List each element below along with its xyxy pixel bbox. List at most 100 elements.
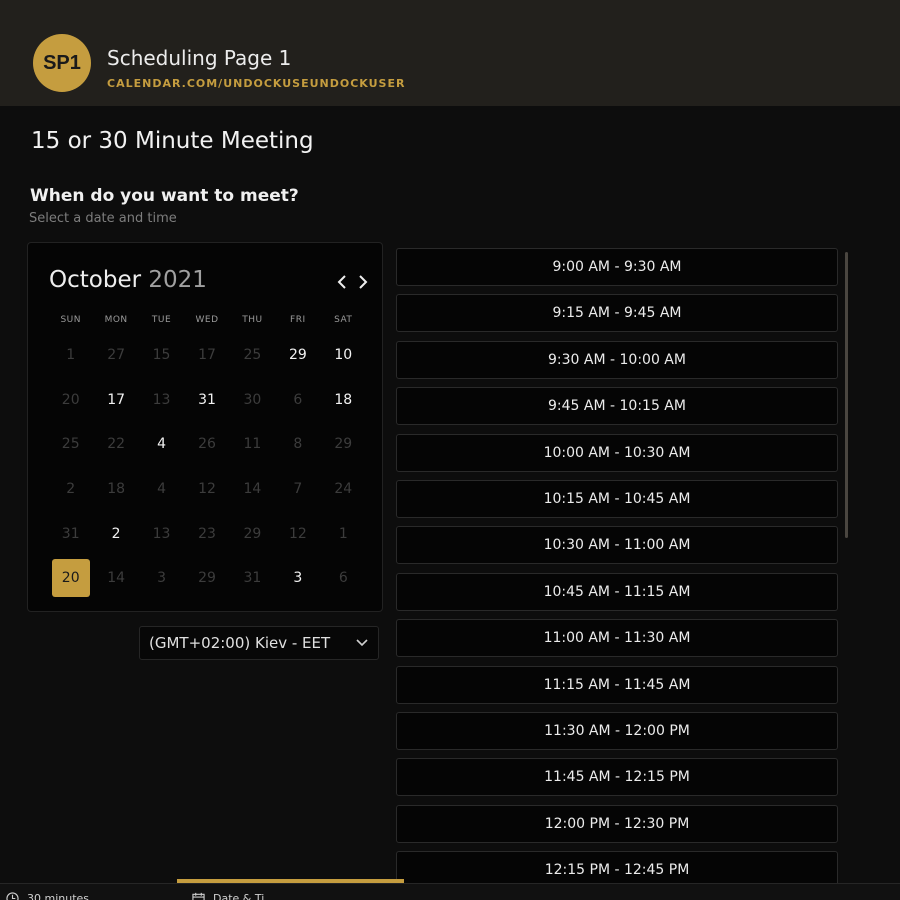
calendar-day[interactable]: 31 <box>184 378 229 423</box>
calendar-day: 22 <box>93 422 138 467</box>
time-slot-button[interactable]: 12:00 PM - 12:30 PM <box>396 804 838 843</box>
calendar-day: 6 <box>275 378 320 423</box>
calendar-day-label: 23 <box>198 525 216 542</box>
time-slot-scrollbar[interactable] <box>845 252 848 538</box>
calendar-day-label: 17 <box>107 391 126 408</box>
chevron-right-icon <box>359 275 368 289</box>
calendar-weekday-header: SUN MON TUE WED THU FRI SAT <box>48 315 366 325</box>
calendar-day: 31 <box>230 556 275 601</box>
time-slot-button[interactable]: 11:00 AM - 11:30 AM <box>396 619 838 658</box>
calendar-day: 14 <box>230 467 275 512</box>
calendar-day: 27 <box>93 333 138 378</box>
calendar-day[interactable]: 10 <box>321 333 366 378</box>
timezone-select[interactable]: (GMT+02:00) Kiev - EET <box>139 626 379 660</box>
calendar-day-label: 31 <box>61 525 80 542</box>
calendar-day[interactable]: 17 <box>93 378 138 423</box>
footer-step-duration: 30 minutes <box>6 892 89 900</box>
weekday-label: FRI <box>290 315 306 325</box>
calendar-day-label: 24 <box>334 481 353 498</box>
time-slot-button[interactable]: 9:00 AM - 9:30 AM <box>396 248 838 286</box>
calendar-year: 2021 <box>148 267 207 293</box>
calendar-day-label: 22 <box>107 436 126 453</box>
calendar-day-label: 31 <box>198 391 216 408</box>
previous-month-button[interactable] <box>333 271 351 293</box>
timezone-selected-value: (GMT+02:00) Kiev - EET <box>149 634 331 652</box>
calendar-day: 15 <box>139 333 184 378</box>
calendar-day: 29 <box>230 511 275 556</box>
calendar-day-grid: 1 27 15 17 25 29 10 20 17 13 31 30 6 18 25 22 4 26 11 8 29 2 1… <box>48 333 366 601</box>
calendar-day: 8 <box>275 422 320 467</box>
calendar-day-label: 17 <box>198 347 216 364</box>
calendar-day: 6 <box>321 556 366 601</box>
calendar-day-label: 12 <box>198 481 216 498</box>
time-slot-button[interactable]: 10:00 AM - 10:30 AM <box>396 433 838 472</box>
calendar-day-label: 18 <box>107 481 126 498</box>
calendar-day-label: 13 <box>152 525 171 542</box>
calendar-day-label: 4 <box>157 481 167 498</box>
calendar-day: 13 <box>139 378 184 423</box>
calendar-day: 12 <box>184 467 229 512</box>
calendar-day-label: 10 <box>334 347 353 364</box>
meeting-hint: Select a date and time <box>29 211 177 226</box>
calendar-day-label: 25 <box>61 436 80 453</box>
calendar-day-label: 11 <box>243 436 262 453</box>
calendar-day: 26 <box>184 422 229 467</box>
time-slot-button[interactable]: 10:30 AM - 11:00 AM <box>396 526 838 565</box>
calendar-day-label: 3 <box>157 570 167 587</box>
calendar-day-label: 3 <box>293 570 303 587</box>
time-slot-button[interactable]: 11:15 AM - 11:45 AM <box>396 665 838 704</box>
calendar-day: 31 <box>48 511 93 556</box>
chevron-left-icon <box>337 275 346 289</box>
calendar-day-label: 1 <box>338 525 348 542</box>
calendar-day-label: 29 <box>198 570 216 587</box>
weekday-label: THU <box>242 315 263 325</box>
calendar-day-selected[interactable]: 20 <box>48 556 93 601</box>
time-slot-button[interactable]: 9:15 AM - 9:45 AM <box>396 294 838 333</box>
calendar-day: 11 <box>230 422 275 467</box>
calendar-day: 23 <box>184 511 229 556</box>
calendar-day-label: 31 <box>243 570 262 587</box>
calendar-day: 13 <box>139 511 184 556</box>
calendar-day-label: 4 <box>157 436 167 453</box>
calendar-day-label: 1 <box>66 347 76 364</box>
time-slot-button[interactable]: 9:45 AM - 10:15 AM <box>396 387 838 426</box>
time-slot-button[interactable]: 11:30 AM - 12:00 PM <box>396 711 838 750</box>
calendar-day-label: 26 <box>198 436 216 453</box>
calendar-day: 1 <box>48 333 93 378</box>
time-slot-button[interactable]: 11:45 AM - 12:15 PM <box>396 758 838 797</box>
weekday-label: SAT <box>334 315 353 325</box>
calendar-day[interactable]: 18 <box>321 378 366 423</box>
calendar-day[interactable]: 3 <box>275 556 320 601</box>
calendar-day[interactable]: 29 <box>275 333 320 378</box>
weekday-label: SUN <box>60 315 81 325</box>
time-slot-button[interactable]: 10:15 AM - 10:45 AM <box>396 479 838 518</box>
calendar-day-label: 14 <box>243 481 262 498</box>
calendar-day-label: 25 <box>243 347 262 364</box>
calendar-day: 24 <box>321 467 366 512</box>
footer-step-date-time: Date & Ti <box>192 892 264 900</box>
calendar-day[interactable]: 2 <box>93 511 138 556</box>
calendar-day: 20 <box>48 378 93 423</box>
time-slot-button[interactable]: 9:30 AM - 10:00 AM <box>396 340 838 379</box>
calendar-day-label: 7 <box>293 481 303 498</box>
time-slot-button[interactable]: 10:45 AM - 11:15 AM <box>396 572 838 611</box>
weekday-label: MON <box>104 315 128 325</box>
page-header: SP1 Scheduling Page 1 CALENDAR.COM/UNDOC… <box>0 0 900 106</box>
next-month-button[interactable] <box>354 271 372 293</box>
chevron-down-icon <box>356 639 368 647</box>
meeting-question: When do you want to meet? <box>30 186 299 206</box>
footer-date-time-label: Date & Ti <box>213 892 265 900</box>
clock-icon <box>6 892 19 900</box>
footer-steps-bar <box>0 883 900 900</box>
calendar-day-label: 29 <box>334 436 353 453</box>
calendar-month-year: October 2021 <box>49 267 207 293</box>
calendar-day-label: 6 <box>293 391 303 408</box>
meeting-title: 15 or 30 Minute Meeting <box>31 128 314 154</box>
calendar-day: 25 <box>48 422 93 467</box>
scheduling-page-url[interactable]: CALENDAR.COM/UNDOCKUSEUNDOCKUSER <box>107 77 405 90</box>
calendar-day-label: 15 <box>152 347 171 364</box>
weekday-label: TUE <box>151 315 172 325</box>
calendar-day: 4 <box>139 467 184 512</box>
calendar-day: 14 <box>93 556 138 601</box>
calendar-day[interactable]: 4 <box>139 422 184 467</box>
